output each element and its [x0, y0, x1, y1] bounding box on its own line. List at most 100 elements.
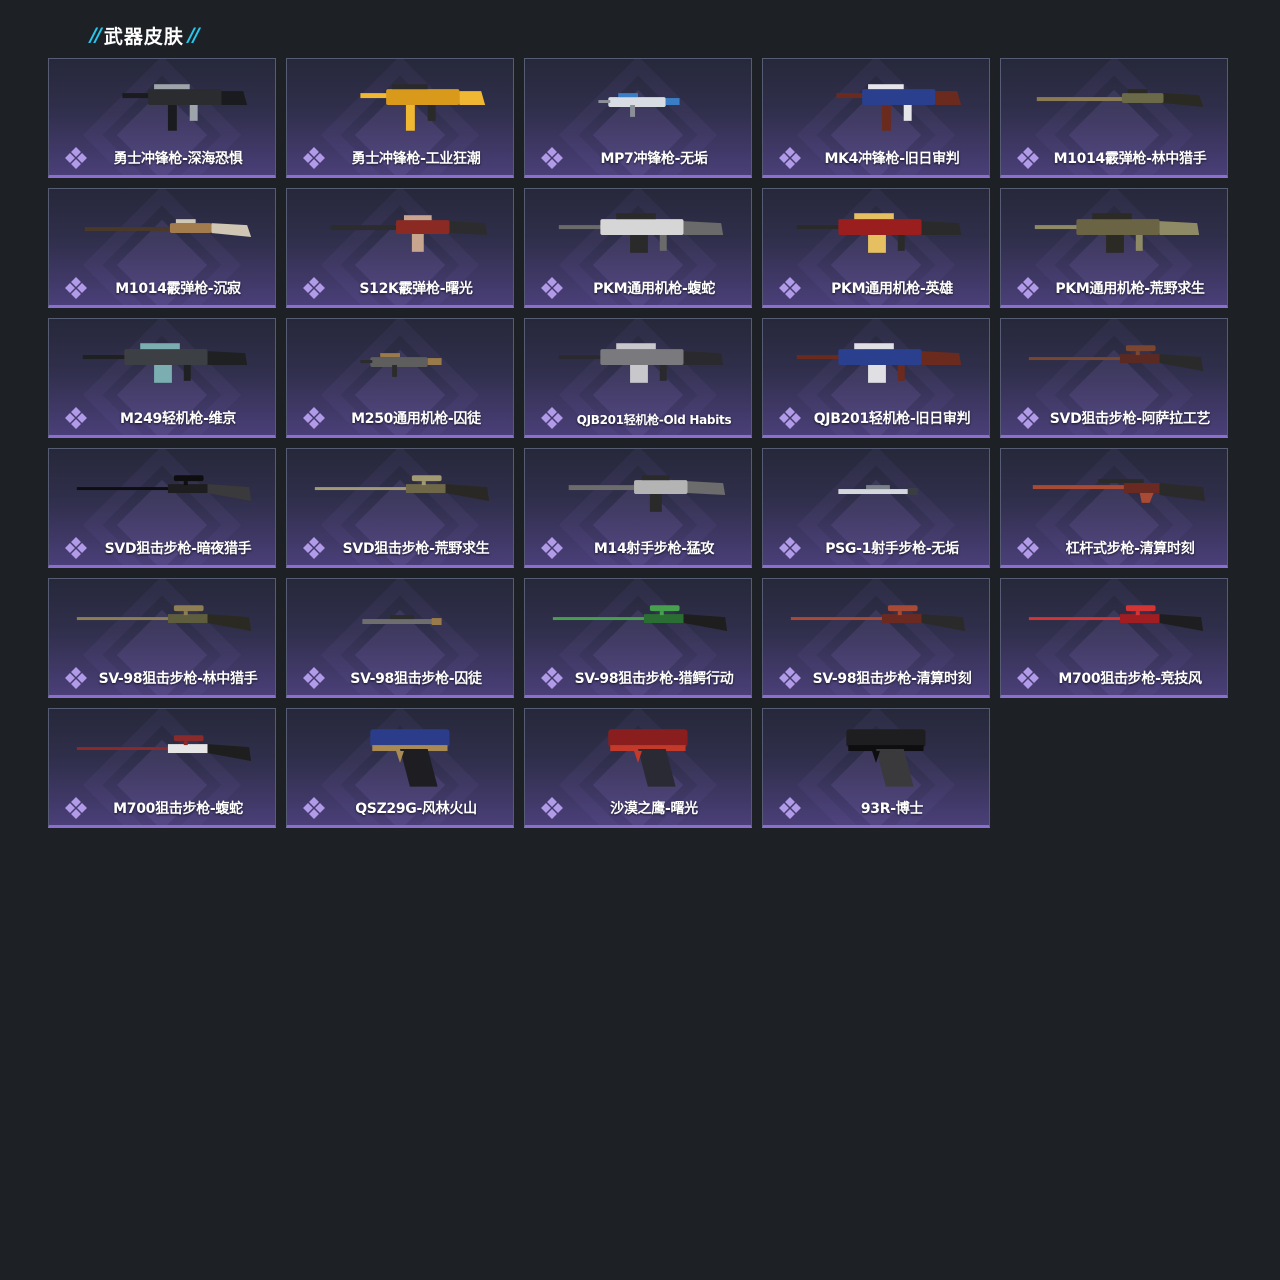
skin-name: 勇士冲锋枪-深海恐惧 — [113, 151, 243, 167]
rarity-diamond-icon — [1017, 667, 1039, 689]
skin-card[interactable]: S12K霰弹枪-曙光 — [286, 188, 514, 308]
skin-name: QSZ29G-风林火山 — [355, 801, 477, 817]
rarity-diamond-icon — [303, 147, 325, 169]
weapon-image-icon — [558, 343, 724, 383]
header-slash-left-icon: // — [90, 24, 102, 46]
skin-name: QJB201轻机枪-旧日审判 — [813, 411, 971, 427]
rarity-diamond-icon — [779, 407, 801, 429]
rarity-diamond-icon — [303, 407, 325, 429]
weapon-image-icon — [1032, 479, 1206, 503]
weapon-image-icon — [360, 353, 442, 377]
rarity-diamond-icon — [65, 147, 87, 169]
skin-card[interactable]: M14射手步枪-猛攻 — [524, 448, 752, 568]
skin-name: SV-98狙击步枪-猎鳄行动 — [574, 671, 734, 687]
rarity-diamond-icon — [65, 667, 87, 689]
weapon-image-icon — [362, 615, 442, 625]
rarity-diamond-icon — [779, 797, 801, 819]
weapon-image-icon — [76, 475, 252, 501]
skin-name: PKM通用机枪-英雄 — [831, 281, 953, 297]
weapon-image-icon — [790, 605, 966, 631]
skin-grid: 勇士冲锋枪-深海恐惧 勇士冲锋枪-工业狂潮 MP7冲锋枪-无垢 MK4冲锋枪-旧… — [48, 58, 1228, 828]
weapon-image-icon — [608, 729, 688, 787]
weapon-image-icon — [370, 729, 450, 787]
skin-card[interactable]: SVD狙击步枪-阿萨拉工艺 — [1000, 318, 1228, 438]
rarity-diamond-icon — [541, 407, 563, 429]
skin-name: M700狙击步枪-蝮蛇 — [113, 801, 243, 817]
skin-name: MK4冲锋枪-旧日审判 — [824, 151, 960, 167]
rarity-diamond-icon — [303, 797, 325, 819]
skin-card[interactable]: M1014霰弹枪-沉寂 — [48, 188, 276, 308]
rarity-diamond-icon — [1017, 147, 1039, 169]
skin-card[interactable]: PKM通用机枪-荒野求生 — [1000, 188, 1228, 308]
rarity-diamond-icon — [541, 797, 563, 819]
skin-name: SV-98狙击步枪-清算时刻 — [812, 671, 972, 687]
skin-name: M249轻机枪-维京 — [120, 411, 236, 427]
skin-card[interactable]: SV-98狙击步枪-猎鳄行动 — [524, 578, 752, 698]
skin-card[interactable]: 勇士冲锋枪-工业狂潮 — [286, 58, 514, 178]
skin-card[interactable]: QSZ29G-风林火山 — [286, 708, 514, 828]
skin-card[interactable]: SV-98狙击步枪-囚徒 — [286, 578, 514, 698]
weapon-image-icon — [76, 605, 252, 631]
rarity-diamond-icon — [541, 537, 563, 559]
skin-card[interactable]: M700狙击步枪-蝮蛇 — [48, 708, 276, 828]
weapon-image-icon — [314, 475, 490, 501]
skin-card[interactable]: QJB201轻机枪-旧日审判 — [762, 318, 990, 438]
skin-card[interactable]: 93R-博士 — [762, 708, 990, 828]
skin-name: M700狙击步枪-竞技风 — [1058, 671, 1202, 687]
skin-card[interactable]: QJB201轻机枪-Old Habits — [524, 318, 752, 438]
skin-card[interactable]: PKM通用机枪-蝮蛇 — [524, 188, 752, 308]
rarity-diamond-icon — [541, 277, 563, 299]
weapon-image-icon — [1034, 213, 1200, 253]
skin-name: SVD狙击步枪-阿萨拉工艺 — [1049, 411, 1211, 427]
skin-name: M1014霰弹枪-沉寂 — [115, 281, 241, 297]
header-slash-right-icon: // — [187, 24, 200, 46]
skin-card[interactable]: SVD狙击步枪-荒野求生 — [286, 448, 514, 568]
skin-card[interactable]: 沙漠之鹰-曙光 — [524, 708, 752, 828]
skin-card[interactable]: PSG-1射手步枪-无垢 — [762, 448, 990, 568]
skin-card[interactable]: M700狙击步枪-竞技风 — [1000, 578, 1228, 698]
skin-card[interactable]: M249轻机枪-维京 — [48, 318, 276, 438]
weapon-image-icon — [82, 343, 248, 383]
rarity-diamond-icon — [779, 147, 801, 169]
weapon-image-icon — [84, 219, 252, 237]
weapon-image-icon — [330, 215, 488, 252]
skin-card[interactable]: MK4冲锋枪-旧日审判 — [762, 58, 990, 178]
skin-name: M14射手步枪-猛攻 — [593, 541, 715, 557]
weapon-image-icon — [1028, 345, 1204, 371]
skin-card[interactable]: M250通用机枪-囚徒 — [286, 318, 514, 438]
skin-name: M1014霰弹枪-林中猎手 — [1053, 151, 1207, 167]
weapon-image-icon — [796, 213, 962, 253]
skin-name: 沙漠之鹰-曙光 — [610, 801, 698, 817]
skin-name: MP7冲锋枪-无垢 — [600, 151, 708, 167]
rarity-diamond-icon — [65, 797, 87, 819]
skin-card[interactable]: 勇士冲锋枪-深海恐惧 — [48, 58, 276, 178]
skin-card[interactable]: SV-98狙击步枪-林中猎手 — [48, 578, 276, 698]
skin-card[interactable]: 杠杆式步枪-清算时刻 — [1000, 448, 1228, 568]
skin-name: 93R-博士 — [860, 801, 924, 817]
weapon-image-icon — [552, 605, 728, 631]
rarity-diamond-icon — [65, 277, 87, 299]
weapon-image-icon — [558, 213, 724, 253]
rarity-diamond-icon — [1017, 277, 1039, 299]
skin-card[interactable]: MP7冲锋枪-无垢 — [524, 58, 752, 178]
skin-card[interactable]: SV-98狙击步枪-清算时刻 — [762, 578, 990, 698]
weapon-image-icon — [1028, 605, 1204, 631]
weapon-image-icon — [568, 475, 726, 512]
weapon-image-icon — [1036, 89, 1204, 107]
rarity-diamond-icon — [65, 407, 87, 429]
skin-name: SV-98狙击步枪-囚徒 — [350, 671, 482, 687]
rarity-diamond-icon — [1017, 537, 1039, 559]
skin-name: SV-98狙击步枪-林中猎手 — [98, 671, 258, 687]
skin-card[interactable]: M1014霰弹枪-林中猎手 — [1000, 58, 1228, 178]
rarity-diamond-icon — [65, 537, 87, 559]
skin-name: QJB201轻机枪-Old Habits — [576, 413, 732, 427]
section-title: 武器皮肤 — [103, 25, 184, 48]
skin-card[interactable]: PKM通用机枪-英雄 — [762, 188, 990, 308]
skin-name: SVD狙击步枪-荒野求生 — [342, 541, 490, 557]
skin-card[interactable]: SVD狙击步枪-暗夜猎手 — [48, 448, 276, 568]
rarity-diamond-icon — [541, 667, 563, 689]
rarity-diamond-icon — [1017, 407, 1039, 429]
rarity-diamond-icon — [779, 277, 801, 299]
skin-name: SVD狙击步枪-暗夜猎手 — [104, 541, 252, 557]
rarity-diamond-icon — [541, 147, 563, 169]
